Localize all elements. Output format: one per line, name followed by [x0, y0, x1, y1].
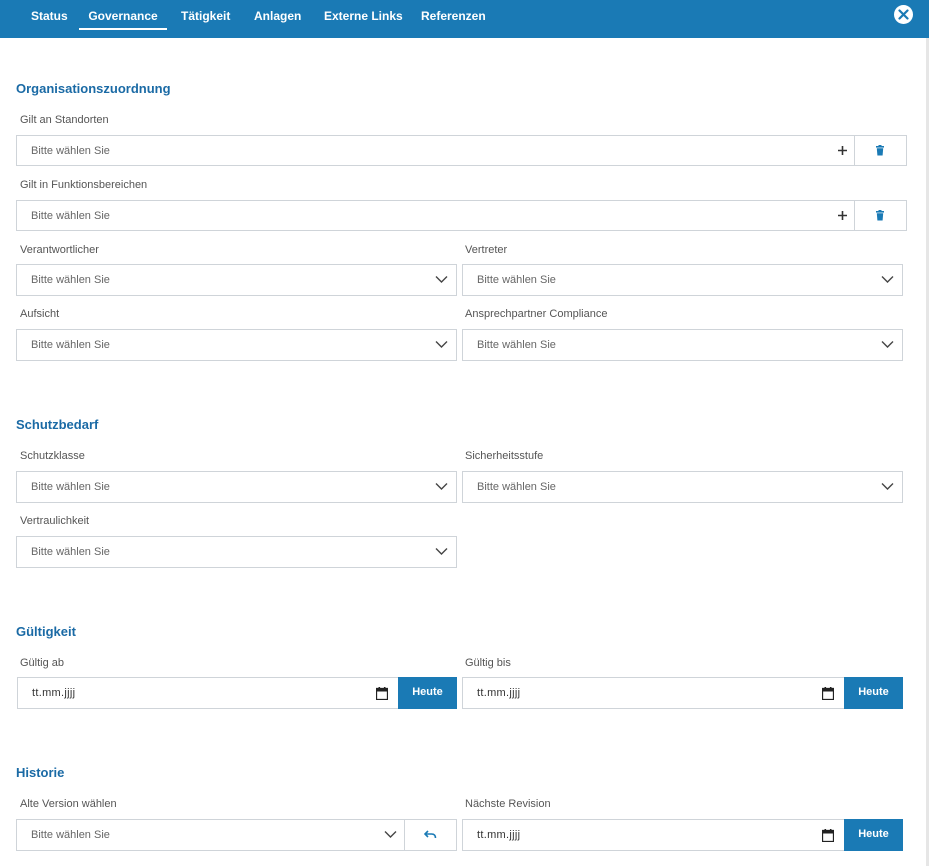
sicherheitsstufe-select[interactable]: Bitte wählen Sie — [462, 471, 903, 503]
calendar-icon[interactable] — [376, 687, 388, 700]
vertreter-placeholder: Bitte wählen Sie — [477, 274, 556, 286]
undo-icon — [424, 830, 437, 839]
trash-icon — [876, 210, 884, 221]
alte-version-placeholder: Bitte wählen Sie — [31, 829, 110, 841]
gueltig-bis-value: tt.mm.jjjj — [477, 687, 521, 699]
funktionsbereiche-placeholder: Bitte wählen Sie — [31, 210, 110, 222]
aufsicht-select[interactable]: Bitte wählen Sie — [16, 329, 457, 361]
funktionsbereiche-multiselect[interactable]: Bitte wählen Sie — [16, 200, 907, 231]
gueltig-bis-heute-button[interactable]: Heute — [844, 677, 903, 709]
standorte-multiselect[interactable]: Bitte wählen Sie — [16, 135, 907, 166]
label-ansprechpartner-compliance: Ansprechpartner Compliance — [465, 308, 608, 320]
clear-funktionsbereiche-button[interactable] — [854, 201, 906, 231]
label-alte-version: Alte Version wählen — [20, 798, 117, 810]
label-sicherheitsstufe: Sicherheitsstufe — [465, 450, 544, 462]
tab-externe-links[interactable]: Externe Links — [324, 0, 403, 30]
label-aufsicht: Aufsicht — [20, 308, 60, 320]
tab-status[interactable]: Status — [31, 0, 68, 30]
chevron-down-icon — [881, 483, 894, 490]
label-standorte: Gilt an Standorten — [20, 114, 109, 126]
close-icon — [898, 9, 909, 20]
label-vertraulichkeit: Vertraulichkeit — [20, 515, 90, 527]
close-button[interactable] — [894, 5, 913, 24]
chevron-down-icon — [435, 276, 448, 283]
alte-version-select[interactable]: Bitte wählen Sie — [16, 819, 457, 851]
chevron-down-icon — [435, 483, 448, 490]
tab-taetigkeit[interactable]: Tätigkeit — [181, 0, 230, 30]
ansprechpartner-compliance-placeholder: Bitte wählen Sie — [477, 339, 556, 351]
label-gueltig-ab: Gültig ab — [20, 657, 65, 669]
calendar-icon[interactable] — [822, 687, 834, 700]
tab-anlagen[interactable]: Anlagen — [254, 0, 301, 30]
trash-icon — [876, 145, 884, 156]
calendar-icon[interactable] — [822, 829, 834, 842]
tab-governance[interactable]: Governance — [79, 0, 167, 30]
vertraulichkeit-select[interactable]: Bitte wählen Sie — [16, 536, 457, 568]
verantwortlicher-select[interactable]: Bitte wählen Sie — [16, 264, 457, 296]
naechste-revision-value: tt.mm.jjjj — [477, 829, 521, 841]
schutzklasse-select[interactable]: Bitte wählen Sie — [16, 471, 457, 503]
sicherheitsstufe-placeholder: Bitte wählen Sie — [477, 481, 556, 493]
plus-icon — [838, 146, 847, 155]
restore-version-button[interactable] — [404, 820, 456, 850]
naechste-revision-heute-button[interactable]: Heute — [844, 819, 903, 851]
tab-referenzen[interactable]: Referenzen — [421, 0, 486, 30]
ansprechpartner-compliance-select[interactable]: Bitte wählen Sie — [462, 329, 903, 361]
section-title-schutzbedarf: Schutzbedarf — [16, 417, 99, 432]
chevron-down-icon — [384, 831, 397, 838]
schutzklasse-placeholder: Bitte wählen Sie — [31, 481, 110, 493]
vertraulichkeit-placeholder: Bitte wählen Sie — [31, 546, 110, 558]
gueltig-ab-date-input[interactable]: tt.mm.jjjj Heute — [17, 677, 457, 709]
vertreter-select[interactable]: Bitte wählen Sie — [462, 264, 903, 296]
chevron-down-icon — [435, 548, 448, 555]
chevron-down-icon — [881, 341, 894, 348]
section-title-historie: Historie — [16, 765, 65, 780]
gueltig-ab-heute-button[interactable]: Heute — [398, 677, 457, 709]
label-gueltig-bis: Gültig bis — [465, 657, 511, 669]
chevron-down-icon — [435, 341, 448, 348]
naechste-revision-date-input[interactable]: tt.mm.jjjj Heute — [462, 819, 903, 851]
plus-icon — [838, 211, 847, 220]
verantwortlicher-placeholder: Bitte wählen Sie — [31, 274, 110, 286]
clear-standorte-button[interactable] — [854, 136, 906, 166]
add-standort-button[interactable] — [836, 136, 850, 166]
gueltig-ab-value: tt.mm.jjjj — [32, 687, 76, 699]
label-vertreter: Vertreter — [465, 244, 508, 256]
label-funktionsbereiche: Gilt in Funktionsbereichen — [20, 179, 148, 191]
add-funktionsbereich-button[interactable] — [836, 201, 850, 231]
label-naechste-revision: Nächste Revision — [465, 798, 551, 810]
section-title-organisationszuordnung: Organisationszuordnung — [16, 81, 171, 96]
label-schutzklasse: Schutzklasse — [20, 450, 85, 462]
gueltig-bis-date-input[interactable]: tt.mm.jjjj Heute — [462, 677, 903, 709]
section-title-gueltigkeit: Gültigkeit — [16, 624, 76, 639]
chevron-down-icon — [881, 276, 894, 283]
top-tab-bar: Status Governance Tätigkeit Anlagen Exte… — [0, 0, 929, 38]
standorte-placeholder: Bitte wählen Sie — [31, 145, 110, 157]
label-verantwortlicher: Verantwortlicher — [20, 244, 99, 256]
aufsicht-placeholder: Bitte wählen Sie — [31, 339, 110, 351]
